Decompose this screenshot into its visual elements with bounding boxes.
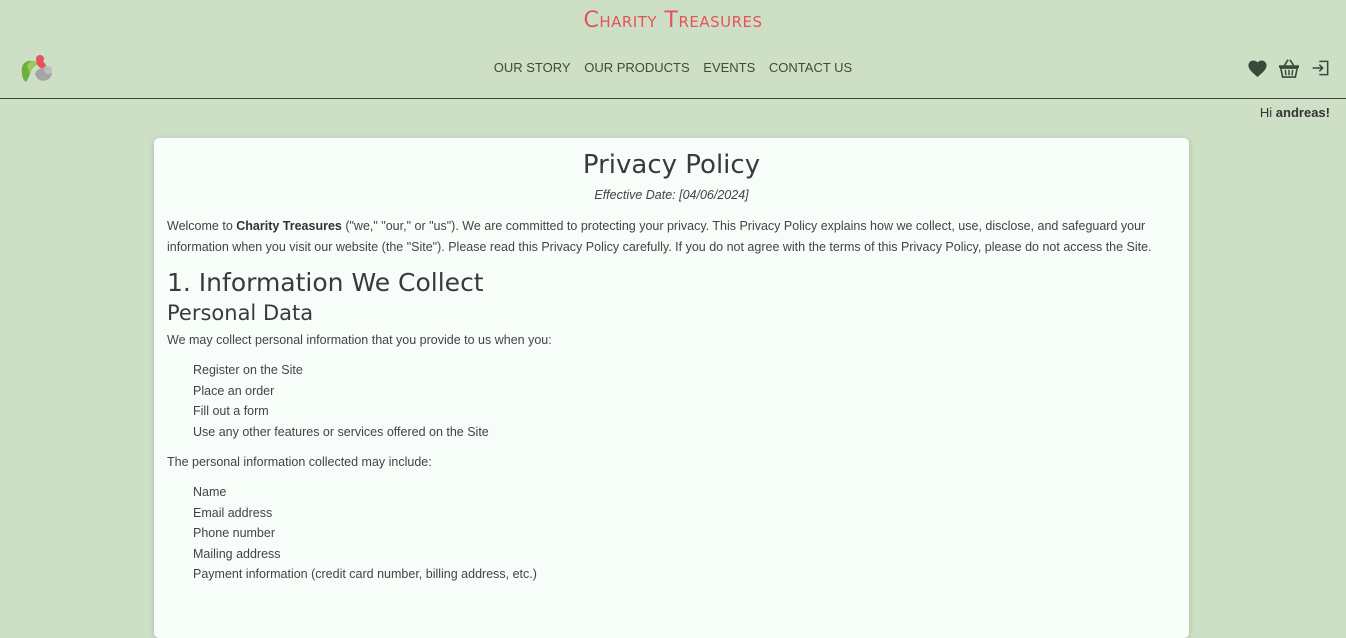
list-item: Use any other features or services offer… <box>193 424 489 439</box>
list-item: Fill out a form <box>193 404 269 418</box>
section-heading-information-we-collect: 1. Information We Collect <box>167 268 484 297</box>
sign-in-icon <box>1312 60 1329 76</box>
list-item: Phone number <box>193 526 276 540</box>
collect-intro: We may collect personal information that… <box>167 333 552 347</box>
list-item: Name <box>193 485 227 499</box>
privacy-policy-card: Privacy Policy Effective Date: [04/06/20… <box>154 138 1189 638</box>
collect-list: Register on the Site Place an order Fill… <box>167 360 1176 442</box>
nav-events[interactable]: EVENTS <box>703 60 755 75</box>
list-item: Payment information (credit card number,… <box>193 567 537 581</box>
list-item: Place an order <box>193 383 275 398</box>
subheading-personal-data: Personal Data <box>167 301 314 325</box>
basket-button[interactable] <box>1278 56 1300 80</box>
header-actions <box>1246 56 1332 80</box>
list-item: Email address <box>193 505 273 520</box>
basket-icon <box>1279 59 1299 78</box>
list-item: Mailing address <box>193 546 281 561</box>
intro-brand: Charity Treasures <box>236 219 342 233</box>
list-item: Register on the Site <box>193 363 303 377</box>
effective-date: Effective Date: [04/06/2024] <box>594 188 749 202</box>
user-greeting: Hi andreas! <box>1260 105 1330 120</box>
intro-paragraph: Welcome to Charity Treasures ("we," "our… <box>167 216 1176 258</box>
wishlist-button[interactable] <box>1246 56 1268 80</box>
nav-our-story[interactable]: OUR STORY <box>494 60 571 75</box>
include-list: Name Email address Phone number Mailing … <box>167 482 1176 585</box>
nav-our-products[interactable]: OUR PRODUCTS <box>584 60 689 75</box>
main-nav: OUR STORY OUR PRODUCTS EVENTS CONTACT US <box>0 60 1346 75</box>
page-title: Privacy Policy <box>582 150 761 180</box>
brand-title[interactable]: Charity Treasures <box>0 8 1346 33</box>
intro-text-pre: Welcome to <box>167 219 237 233</box>
heart-icon <box>1247 60 1267 77</box>
greeting-prefix: Hi <box>1259 105 1276 120</box>
include-intro: The personal information collected may i… <box>167 455 432 469</box>
sign-in-button[interactable] <box>1310 56 1332 80</box>
greeting-username: andreas! <box>1275 105 1330 120</box>
site-header: Charity Treasures OUR STORY OUR PRODUCTS… <box>0 0 1346 99</box>
nav-contact-us[interactable]: CONTACT US <box>769 60 852 75</box>
